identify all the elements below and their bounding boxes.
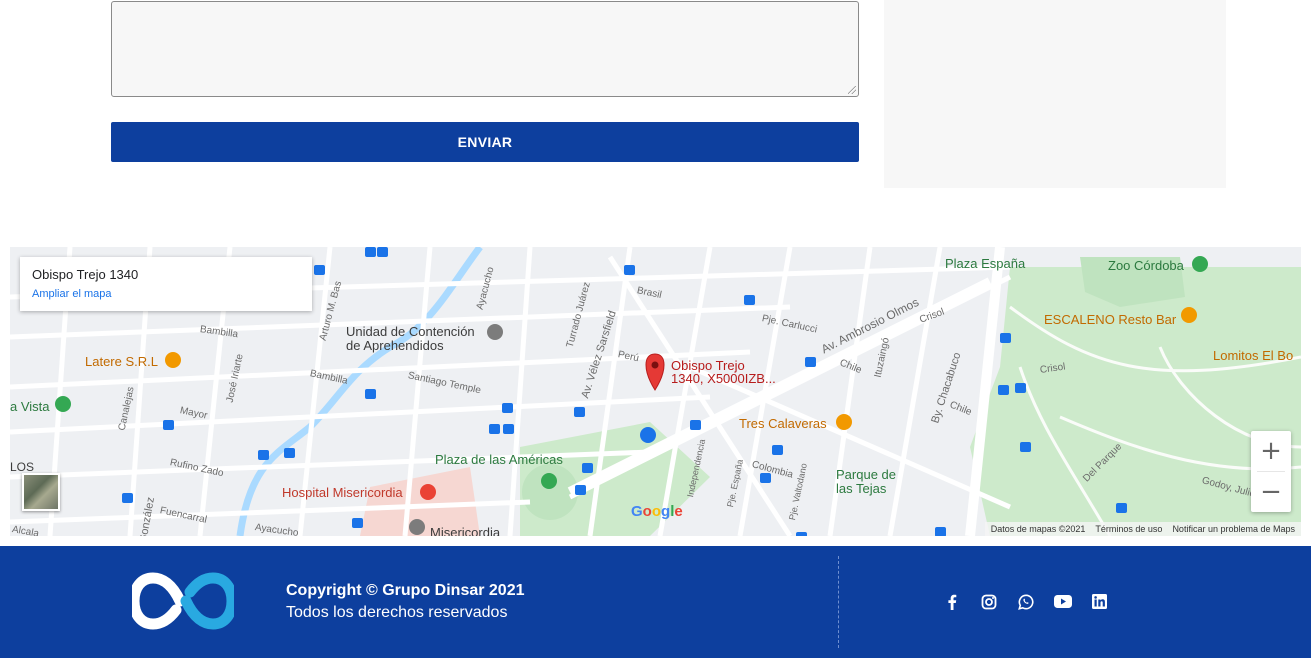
map-label-escaleno: ESCALENO Resto Bar (1044, 312, 1177, 327)
zoom-in-button[interactable]: + (1251, 431, 1291, 471)
map-pin-label[interactable]: Obispo Trejo 1340, X5000IZB... (671, 359, 776, 385)
map-info-title: Obispo Trejo 1340 (32, 267, 139, 282)
resize-grip-icon[interactable] (848, 86, 856, 94)
message-textarea[interactable] (111, 1, 859, 97)
rights-text: Todos los derechos reservados (286, 604, 508, 621)
copyright-text: Copyright © Grupo Dinsar 2021 (286, 582, 525, 599)
zoom-out-button[interactable]: − (1251, 472, 1291, 512)
page: ENVIAR Plaza España Zoo Córdoba ESCALENO… (0, 0, 1311, 658)
site-footer: Copyright © Grupo Dinsar 2021 Todos los … (0, 546, 1311, 658)
send-button[interactable]: ENVIAR (111, 122, 859, 162)
facebook-icon[interactable] (942, 592, 961, 611)
map-data-credit: Datos de mapas ©2021 (990, 524, 1086, 534)
social-links (942, 592, 1109, 611)
instagram-icon[interactable] (979, 592, 998, 611)
map-label-tres-calaveras: Tres Calaveras (739, 416, 827, 431)
map-label-vista: a Vista (10, 399, 50, 414)
map-label-plaza-americas: Plaza de las Américas (435, 452, 563, 467)
embedded-map[interactable]: Plaza España Zoo Córdoba ESCALENO Resto … (10, 247, 1301, 536)
map-label-los: LOS (10, 460, 35, 474)
map-label-latere: Latere S.R.L (85, 354, 158, 369)
map-label-misericordia: Misericordia (430, 525, 501, 536)
satellite-toggle-button[interactable] (22, 473, 60, 511)
map-report-link[interactable]: Notificar un problema de Maps (1172, 524, 1295, 534)
map-label-unidad: Unidad de Contención de Aprehendidos (346, 324, 475, 353)
google-logo: Google (631, 503, 683, 520)
enlarge-map-link[interactable]: Ampliar el mapa (32, 288, 300, 300)
map-label-parque: Parque de las Tejas (836, 467, 896, 496)
map-label-plaza-espana: Plaza España (945, 256, 1026, 271)
youtube-icon[interactable] (1053, 592, 1072, 611)
map-label-lomitos: Lomitos El Bo (1213, 348, 1294, 363)
whatsapp-icon[interactable] (1016, 592, 1035, 611)
map-label-hospital: Hospital Misericordia (282, 485, 403, 500)
map-label-zoo: Zoo Córdoba (1108, 258, 1184, 273)
footer-divider (838, 556, 839, 648)
linkedin-icon[interactable] (1090, 592, 1109, 611)
map-attribution: Datos de mapas ©2021 Términos de uso Not… (984, 522, 1301, 536)
copyright-block: Copyright © Grupo Dinsar 2021 Todos los … (286, 582, 525, 622)
zoom-controls: + − (1251, 431, 1291, 512)
side-panel (884, 0, 1226, 188)
map-terms-link[interactable]: Términos de uso (1095, 524, 1162, 534)
grupo-dinsar-logo[interactable] (132, 570, 234, 632)
map-info-card: Obispo Trejo 1340 Ampliar el mapa (20, 257, 312, 311)
